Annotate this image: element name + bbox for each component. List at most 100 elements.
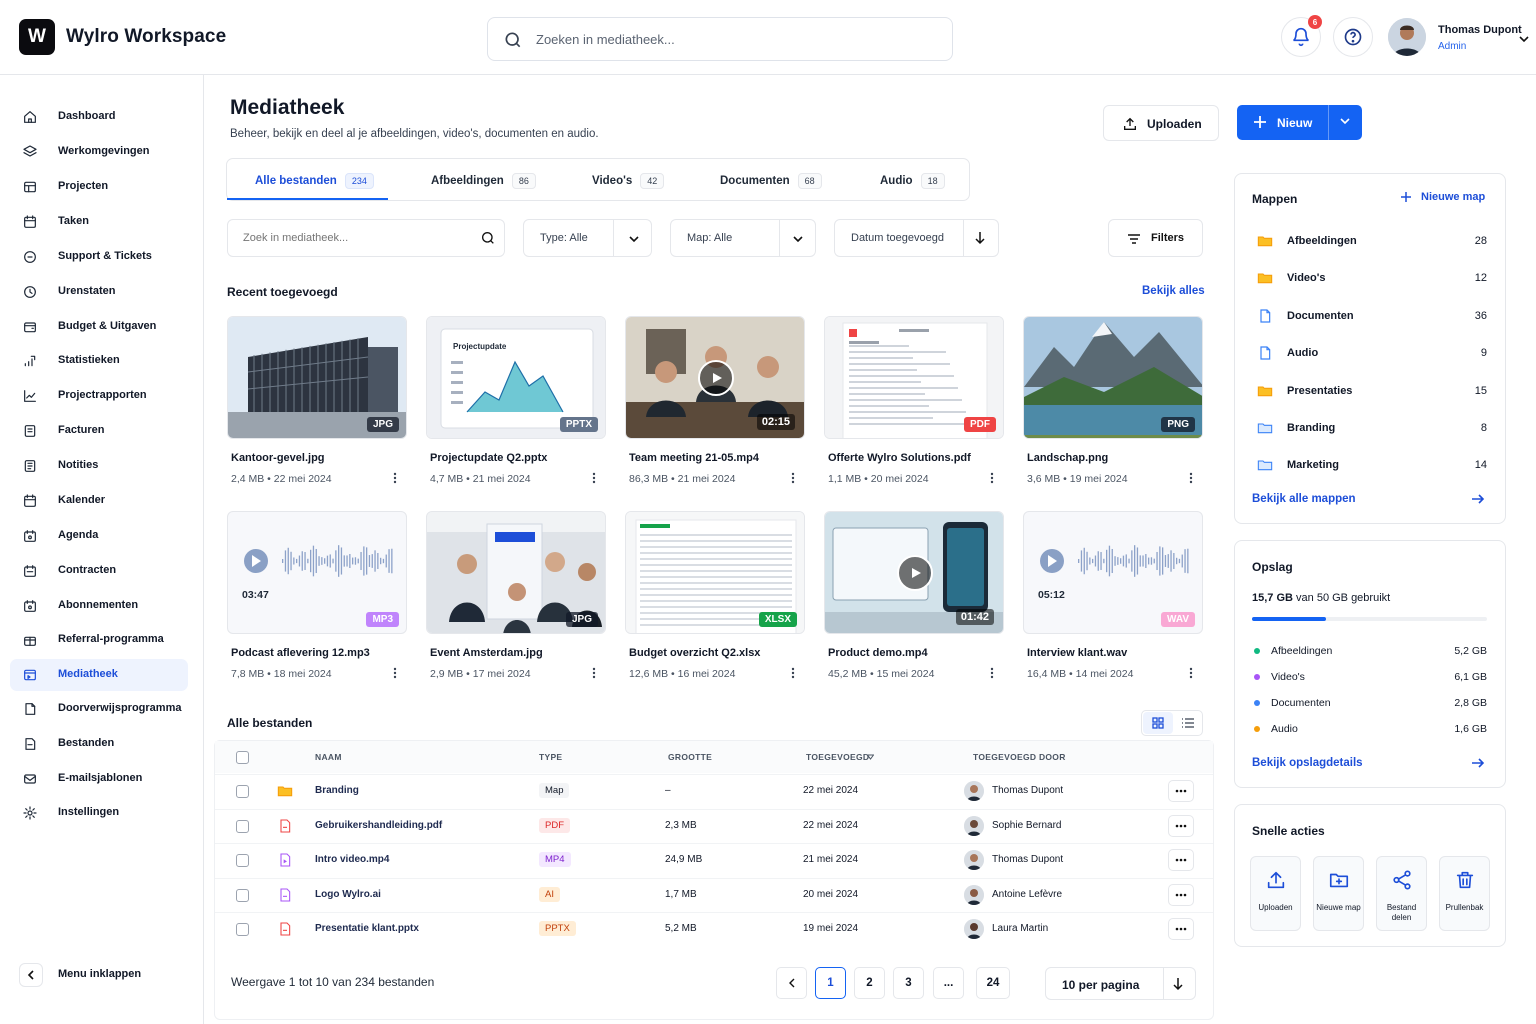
- row-checkbox[interactable]: [236, 785, 249, 798]
- file-thumbnail[interactable]: 02:15: [625, 316, 805, 439]
- tab-video-s[interactable]: Video's 42: [592, 159, 665, 202]
- prev-page-button[interactable]: [776, 967, 807, 999]
- type-filter-select[interactable]: Type: Alle: [523, 219, 652, 257]
- upload-button[interactable]: Uploaden: [1103, 105, 1219, 141]
- file-name[interactable]: Intro video.mp4: [315, 854, 389, 865]
- file-name[interactable]: Podcast aflevering 12.mp3: [231, 647, 370, 659]
- folder-filter-select[interactable]: Map: Alle: [670, 219, 816, 257]
- global-search-input[interactable]: [536, 18, 936, 60]
- row-checkbox[interactable]: [236, 820, 249, 833]
- sidebar-item-projecten[interactable]: Projecten: [10, 171, 188, 203]
- row-actions-button[interactable]: [1168, 884, 1194, 906]
- col-added[interactable]: TOEGEVOEGD: [806, 752, 869, 762]
- new-folder-link[interactable]: Nieuwe map: [1400, 191, 1485, 203]
- view-all-folders-link[interactable]: Bekijk alle mappen: [1252, 493, 1356, 505]
- row-actions-button[interactable]: [1168, 780, 1194, 802]
- tab-alle-bestanden[interactable]: Alle bestanden 234: [255, 159, 374, 202]
- list-view-button[interactable]: [1174, 712, 1202, 734]
- quick-action-bestand-delen[interactable]: Bestand delen: [1376, 856, 1427, 931]
- page-button-3[interactable]: 3: [893, 967, 924, 999]
- search-icon[interactable]: [480, 230, 496, 246]
- row-actions-button[interactable]: [1168, 815, 1194, 837]
- sidebar-item-urenstaten[interactable]: Urenstaten: [10, 276, 188, 308]
- sidebar-item-agenda[interactable]: Agenda: [10, 520, 188, 552]
- storage-details-link[interactable]: Bekijk opslagdetails: [1252, 757, 1363, 769]
- more-vertical-icon[interactable]: [791, 472, 795, 484]
- more-vertical-icon[interactable]: [990, 667, 994, 679]
- page-button-24[interactable]: 24: [976, 967, 1010, 999]
- select-all-checkbox[interactable]: [236, 751, 249, 764]
- folder-name[interactable]: Presentaties: [1287, 385, 1352, 397]
- row-checkbox[interactable]: [236, 854, 249, 867]
- notifications-button[interactable]: 6: [1281, 15, 1322, 57]
- view-all-recent-link[interactable]: Bekijk alles: [1142, 285, 1205, 297]
- chevron-down-icon[interactable]: [1340, 117, 1350, 125]
- sidebar-item-projectrapporten[interactable]: Projectrapporten: [10, 380, 188, 412]
- sort-select[interactable]: Datum toegevoegd: [834, 219, 999, 257]
- sidebar-item-referral-programma[interactable]: Referral-programma: [10, 624, 188, 656]
- chevron-down-icon[interactable]: [1519, 35, 1529, 43]
- library-search-input[interactable]: [243, 220, 463, 256]
- tab-afbeeldingen[interactable]: Afbeeldingen 86: [431, 159, 536, 202]
- file-thumbnail[interactable]: 03:47 MP3: [227, 511, 407, 634]
- file-thumbnail[interactable]: 05:12 WAV: [1023, 511, 1203, 634]
- sort-down-icon[interactable]: [867, 754, 874, 760]
- grid-view-button[interactable]: [1143, 712, 1173, 734]
- file-thumbnail[interactable]: JPG: [227, 316, 407, 439]
- collapse-menu-label[interactable]: Menu inklappen: [58, 968, 141, 980]
- new-button[interactable]: Nieuw: [1237, 105, 1362, 140]
- sidebar-item-e-mailsjablonen[interactable]: E-mailsjablonen: [10, 763, 188, 795]
- page-button-1[interactable]: 1: [815, 967, 846, 999]
- filters-button[interactable]: Filters: [1108, 219, 1203, 257]
- sidebar-item-budget-uitgaven[interactable]: Budget & Uitgaven: [10, 311, 188, 343]
- sidebar-item-taken[interactable]: Taken: [10, 206, 188, 238]
- sidebar-item-support-tickets[interactable]: Support & Tickets: [10, 241, 188, 273]
- folder-name[interactable]: Audio: [1287, 347, 1318, 359]
- row-actions-button[interactable]: [1168, 849, 1194, 871]
- file-thumbnail[interactable]: PNG: [1023, 316, 1203, 439]
- sidebar-item-bestanden[interactable]: Bestanden: [10, 728, 188, 760]
- user-avatar[interactable]: [1388, 18, 1426, 56]
- folder-name[interactable]: Marketing: [1287, 459, 1339, 471]
- file-name[interactable]: Event Amsterdam.jpg: [430, 647, 543, 659]
- folder-name[interactable]: Documenten: [1287, 310, 1354, 322]
- file-name[interactable]: Logo Wylro.ai: [315, 889, 381, 900]
- collapse-menu-button[interactable]: [19, 963, 43, 987]
- file-name[interactable]: Landschap.png: [1027, 452, 1108, 464]
- file-thumbnail[interactable]: JPG: [426, 511, 606, 634]
- sidebar-item-contracten[interactable]: Contracten: [10, 555, 188, 587]
- file-name[interactable]: Presentatie klant.pptx: [315, 923, 419, 934]
- folder-name[interactable]: Afbeeldingen: [1287, 235, 1357, 247]
- sidebar-item-doorverwijsprogramma[interactable]: Doorverwijsprogramma: [10, 693, 188, 725]
- quick-action-prullenbak[interactable]: Prullenbak: [1439, 856, 1490, 931]
- col-size[interactable]: GROOTTE: [668, 752, 712, 762]
- arrow-right-icon[interactable]: [1471, 756, 1485, 770]
- file-thumbnail[interactable]: XLSX: [625, 511, 805, 634]
- sidebar-item-instellingen[interactable]: Instellingen: [10, 797, 188, 829]
- row-checkbox[interactable]: [236, 923, 249, 936]
- quick-action-nieuwe-map[interactable]: Nieuwe map: [1313, 856, 1364, 931]
- tab-audio[interactable]: Audio 18: [880, 159, 945, 202]
- file-name[interactable]: Gebruikershandleiding.pdf: [315, 820, 442, 831]
- play-button[interactable]: [897, 555, 933, 591]
- app-logo[interactable]: W: [19, 19, 55, 55]
- more-vertical-icon[interactable]: [393, 667, 397, 679]
- library-search[interactable]: [227, 219, 505, 257]
- sidebar-item-dashboard[interactable]: Dashboard: [10, 101, 188, 133]
- file-name[interactable]: Interview klant.wav: [1027, 647, 1127, 659]
- quick-action-uploaden[interactable]: Uploaden: [1250, 856, 1301, 931]
- sidebar-item-statistieken[interactable]: Statistieken: [10, 345, 188, 377]
- col-type[interactable]: TYPE: [539, 752, 562, 762]
- file-thumbnail[interactable]: 01:42: [824, 511, 1004, 634]
- file-name[interactable]: Budget overzicht Q2.xlsx: [629, 647, 760, 659]
- folder-name[interactable]: Video's: [1287, 272, 1325, 284]
- page-button-2[interactable]: 2: [854, 967, 885, 999]
- help-button[interactable]: [1333, 17, 1373, 57]
- col-name[interactable]: NAAM: [315, 752, 342, 762]
- sidebar-item-werkomgevingen[interactable]: Werkomgevingen: [10, 136, 188, 168]
- sidebar-item-kalender[interactable]: Kalender: [10, 485, 188, 517]
- sidebar-item-notities[interactable]: Notities: [10, 450, 188, 482]
- more-vertical-icon[interactable]: [592, 667, 596, 679]
- more-vertical-icon[interactable]: [592, 472, 596, 484]
- per-page-select[interactable]: 10 per pagina: [1045, 967, 1196, 1000]
